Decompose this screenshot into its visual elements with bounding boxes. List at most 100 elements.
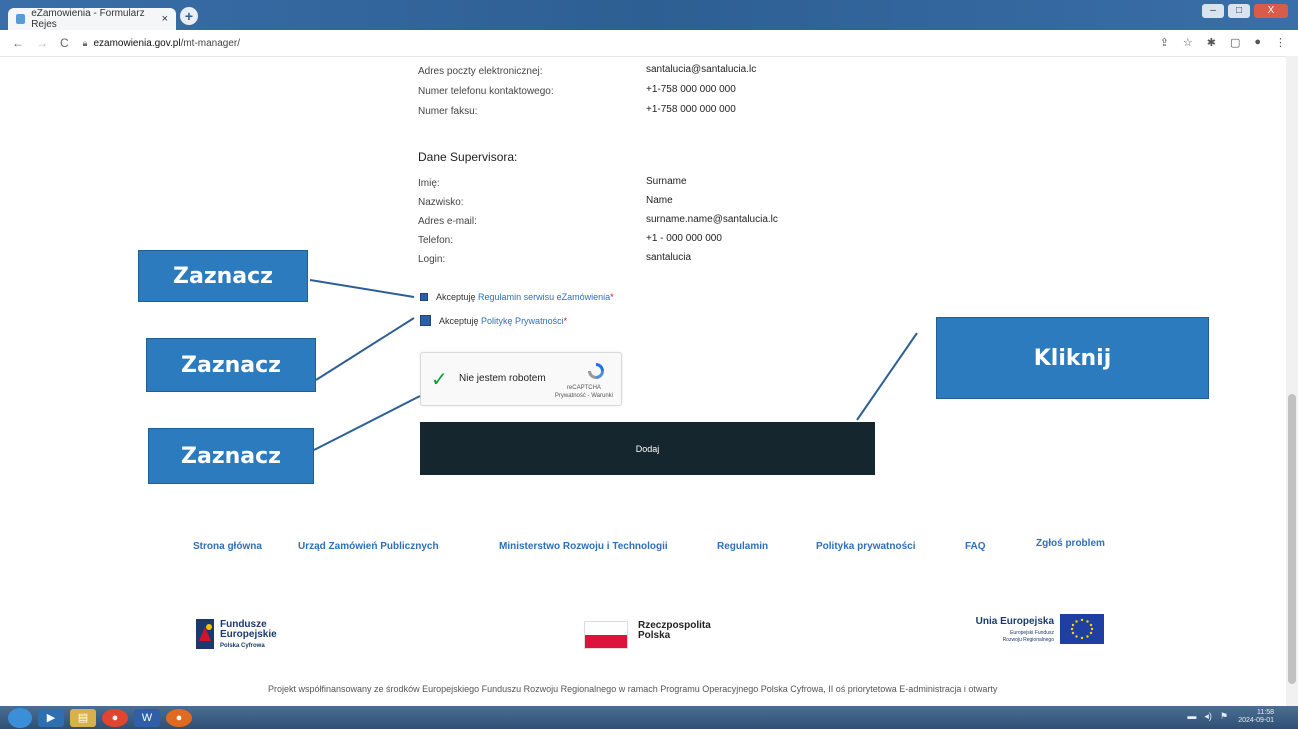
callout-check-recaptcha: Zaznacz [148, 428, 314, 484]
url-path: /mt-manager/ [180, 37, 241, 49]
fe-subtitle: Polska Cyfrowa [220, 643, 265, 649]
field-label: Imię: [418, 178, 440, 189]
recaptcha-brand: reCAPTCHA Prywatność - Warunki [555, 384, 613, 400]
recaptcha-brand-name: reCAPTCHA [566, 385, 601, 391]
toolbar-icons: ⇪ ☆ ✱ ▢ ● ⋮ [1160, 36, 1286, 49]
recaptcha-widget[interactable]: ✓ Nie jestem robotem reCAPTCHA Prywatnoś… [420, 352, 622, 406]
firefox-icon[interactable]: ● [166, 708, 192, 727]
callout-click-submit: Kliknij [936, 317, 1209, 399]
supervisor-section-title: Dane Supervisora: [418, 150, 518, 164]
ue-sub-1: Europejski Fundusz [1010, 630, 1054, 636]
field-label: Numer faksu: [418, 106, 478, 117]
footer-link-privacy[interactable]: Polityka prywatności [816, 541, 915, 552]
ue-sub-2: Rozwoju Regionalnego [1002, 637, 1054, 643]
privacy-prefix: Akceptuję [439, 315, 479, 326]
footer-link-home[interactable]: Strona główna [193, 541, 262, 552]
footer-link-ministry[interactable]: Ministerstwo Rozwoju i Technologii [499, 541, 668, 552]
reload-icon[interactable]: C [60, 36, 69, 50]
rp-title-2: Polska [638, 630, 671, 641]
maximize-button[interactable]: □ [1228, 4, 1250, 18]
system-tray: ▬ ◂) ⚑ [1187, 711, 1228, 722]
recaptcha-label: Nie jestem robotem [459, 373, 546, 384]
eu-flag-icon [1060, 614, 1104, 644]
field-label: Login: [418, 254, 446, 265]
callout-check-terms: Zaznacz [138, 250, 308, 302]
field-label: Adres poczty elektronicznej: [418, 66, 543, 77]
url-host: ezamowienia.gov.pl [93, 37, 181, 49]
footer-link-terms[interactable]: Regulamin [717, 541, 768, 552]
fundusze-europejskie-logo: Fundusze Europejskie Polska Cyfrowa [196, 617, 306, 657]
clock-time: 11:58 [1257, 709, 1274, 716]
page-scrollbar[interactable] [1286, 56, 1298, 706]
back-arrow-icon[interactable]: ← [12, 36, 24, 50]
field-value: +1-758 000 000 000 [646, 84, 736, 95]
profile-icon[interactable]: ● [1254, 36, 1261, 49]
field-label: Nazwisko: [418, 197, 464, 208]
browser-tab[interactable]: eZamowienia - Formularz Rejes × [8, 8, 176, 30]
callout-check-privacy: Zaznacz [146, 338, 316, 392]
media-player-icon[interactable]: ▶ [38, 708, 64, 727]
word-icon[interactable]: W [134, 708, 160, 727]
polish-flag [584, 621, 628, 649]
site-favicon-icon [16, 14, 26, 24]
new-tab-button[interactable]: + [180, 7, 198, 25]
field-label: Telefon: [418, 235, 454, 246]
checkmark-icon[interactable]: ✓ [431, 367, 448, 392]
ue-title: Unia Europejska [975, 616, 1054, 627]
close-window-button[interactable]: X [1254, 4, 1288, 18]
footer-link-faq[interactable]: FAQ [965, 541, 986, 552]
url-field[interactable]: ezamowienia.gov.pl/mt-manager/ [93, 38, 240, 49]
extensions-icon[interactable]: ✱ [1207, 36, 1216, 49]
required-mark: * [610, 292, 614, 302]
required-mark: * [563, 315, 568, 326]
recaptcha-logo-icon [588, 363, 604, 379]
volume-icon[interactable]: ◂) [1204, 711, 1212, 722]
lock-icon[interactable]: 🔒︎ [83, 38, 88, 49]
tab-title: eZamowienia - Formularz Rejes [31, 8, 145, 30]
terms-checkbox[interactable] [420, 293, 428, 301]
share-icon[interactable]: ⇪ [1160, 36, 1169, 49]
field-value: +1-758 000 000 000 [646, 104, 736, 115]
file-explorer-icon[interactable]: ▤ [70, 708, 96, 727]
footer-link-uzp[interactable]: Urząd Zamówień Publicznych [298, 541, 439, 552]
menu-kebab-icon[interactable]: ⋮ [1275, 36, 1286, 49]
minimize-button[interactable]: – [1202, 4, 1224, 18]
network-icon[interactable]: ▬ [1187, 711, 1196, 722]
fe-mark-icon [196, 619, 214, 649]
recaptcha-links[interactable]: Prywatność - Warunki [555, 392, 613, 400]
rzeczpospolita-logo: Rzeczpospolita Polska [584, 617, 734, 651]
forward-arrow-icon[interactable]: → [36, 36, 48, 50]
terms-prefix: Akceptuję [436, 292, 476, 302]
browser-tab-bar: eZamowienia - Formularz Rejes × + – □ X [0, 0, 1298, 30]
privacy-checkbox[interactable] [420, 315, 431, 326]
project-funding-text: Projekt współfinansowany ze środków Euro… [268, 684, 998, 694]
privacy-consent[interactable]: Akceptuję Politykę Prywatności * [420, 315, 567, 326]
field-value: surname.name@santalucia.lc [646, 214, 778, 225]
address-bar: ← → C 🔒︎ ezamowienia.gov.pl/mt-manager/ … [0, 30, 1298, 57]
terms-consent[interactable]: Akceptuję Regulamin serwisu eZamówienia * [420, 292, 614, 302]
system-clock[interactable]: 11:58 2024-09-01 [1238, 709, 1274, 725]
chrome-icon[interactable]: ● [102, 708, 128, 727]
start-button[interactable] [8, 707, 32, 728]
field-value: Name [646, 195, 673, 206]
window-controls: – □ X [1202, 4, 1288, 18]
field-label: Numer telefonu kontaktowego: [418, 86, 554, 97]
sidepanel-icon[interactable]: ▢ [1230, 36, 1240, 49]
submit-button[interactable]: Dodaj [420, 422, 875, 475]
tab-close-icon[interactable]: × [162, 13, 168, 25]
scrollbar-thumb[interactable] [1288, 394, 1296, 684]
bookmark-star-icon[interactable]: ☆ [1183, 36, 1193, 49]
fe-title-2: Europejskie [220, 629, 277, 640]
footer-link-report[interactable]: Zgłoś problem [1036, 538, 1105, 549]
flag-icon[interactable]: ⚑ [1220, 711, 1228, 722]
clock-date: 2024-09-01 [1238, 717, 1274, 724]
field-value: santalucia@santalucia.lc [646, 64, 757, 75]
unia-europejska-logo: Unia Europejska Europejski Fundusz Rozwoj… [960, 614, 1110, 650]
terms-link[interactable]: Regulamin serwisu eZamówienia [478, 292, 610, 302]
footer-nav: Strona główna Urząd Zamówień Publicznych… [0, 538, 1298, 561]
field-value: santalucia [646, 252, 692, 263]
field-value: Surname [646, 176, 687, 187]
privacy-link[interactable]: Politykę Prywatności [481, 316, 564, 326]
os-taskbar: ▶ ▤ ● W ● ▬ ◂) ⚑ 11:58 2024-09-01 [0, 706, 1298, 729]
field-value: +1 - 000 000 000 [646, 233, 722, 244]
